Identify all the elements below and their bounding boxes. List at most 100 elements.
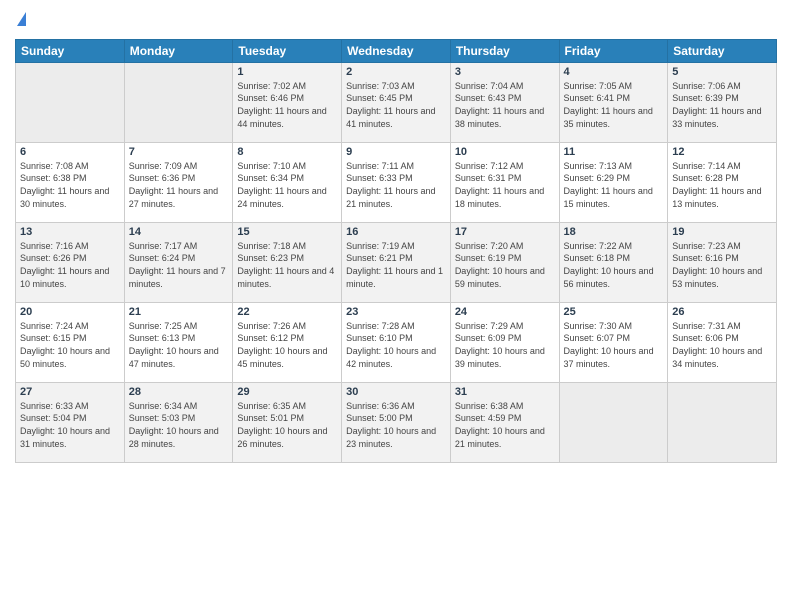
day-info: Sunrise: 7:23 AM Sunset: 6:16 PM Dayligh… [672,240,772,290]
week-row-4: 20Sunrise: 7:24 AM Sunset: 6:15 PM Dayli… [16,302,777,382]
calendar-cell: 9 Sunrise: 7:11 AM Sunset: 6:33 PM Daylig… [342,142,451,222]
week-row-5: 27 Sunrise: 6:33 AM Sunset: 5:04 PM Dayli… [16,382,777,462]
day-number: 28 [129,386,229,398]
day-info: Sunrise: 7:06 AM Sunset: 6:39 PM Dayligh… [672,80,772,130]
calendar-cell: 14Sunrise: 7:17 AM Sunset: 6:24 PM Dayli… [124,222,233,302]
week-row-1: 1Sunrise: 7:02 AM Sunset: 6:46 PM Daylig… [16,62,777,142]
calendar-cell: 28Sunrise: 6:34 AM Sunset: 5:03 PM Dayli… [124,382,233,462]
day-info: Sunrise: 7:22 AM Sunset: 6:18 PM Dayligh… [564,240,664,290]
day-info: Sunrise: 7:18 AM Sunset: 6:23 PM Dayligh… [237,240,337,290]
day-info: Sunrise: 7:24 AM Sunset: 6:15 PM Dayligh… [20,320,120,370]
calendar-cell: 11Sunrise: 7:13 AM Sunset: 6:29 PM Dayli… [559,142,668,222]
day-number: 6 [20,146,120,158]
calendar-cell: 31 Sunrise: 6:38 AM Sunset: 4:59 PM Dayli… [450,382,559,462]
calendar-cell [559,382,668,462]
calendar-cell: 29 Sunrise: 6:35 AM Sunset: 5:01 PM Dayli… [233,382,342,462]
calendar-cell [124,62,233,142]
calendar-cell: 3 Sunrise: 7:04 AM Sunset: 6:43 PM Daylig… [450,62,559,142]
day-number: 10 [455,146,555,158]
calendar-cell: 20Sunrise: 7:24 AM Sunset: 6:15 PM Dayli… [16,302,125,382]
day-number: 29 [237,386,337,398]
day-info: Sunrise: 7:28 AM Sunset: 6:10 PM Dayligh… [346,320,446,370]
day-info: Sunrise: 6:36 AM Sunset: 5:00 PM Dayligh… [346,400,446,450]
day-info: Sunrise: 7:25 AM Sunset: 6:13 PM Dayligh… [129,320,229,370]
day-info: Sunrise: 7:03 AM Sunset: 6:45 PM Dayligh… [346,80,446,130]
day-header-friday: Friday [559,39,668,62]
day-header-wednesday: Wednesday [342,39,451,62]
calendar-cell: 24 Sunrise: 7:29 AM Sunset: 6:09 PM Dayli… [450,302,559,382]
header [15,10,777,31]
day-number: 23 [346,306,446,318]
day-number: 31 [455,386,555,398]
day-header-thursday: Thursday [450,39,559,62]
day-number: 14 [129,226,229,238]
day-info: Sunrise: 7:30 AM Sunset: 6:07 PM Dayligh… [564,320,664,370]
day-header-monday: Monday [124,39,233,62]
calendar-cell: 6Sunrise: 7:08 AM Sunset: 6:38 PM Daylig… [16,142,125,222]
day-number: 4 [564,66,664,78]
calendar-cell: 13 Sunrise: 7:16 AM Sunset: 6:26 PM Dayli… [16,222,125,302]
day-info: Sunrise: 7:29 AM Sunset: 6:09 PM Dayligh… [455,320,555,370]
calendar-cell: 18Sunrise: 7:22 AM Sunset: 6:18 PM Dayli… [559,222,668,302]
calendar-cell: 10 Sunrise: 7:12 AM Sunset: 6:31 PM Dayli… [450,142,559,222]
calendar-cell: 26 Sunrise: 7:31 AM Sunset: 6:06 PM Dayli… [668,302,777,382]
day-info: Sunrise: 6:35 AM Sunset: 5:01 PM Dayligh… [237,400,337,450]
day-info: Sunrise: 7:12 AM Sunset: 6:31 PM Dayligh… [455,160,555,210]
day-header-sunday: Sunday [16,39,125,62]
day-number: 12 [672,146,772,158]
logo-arrow-icon [17,12,26,26]
day-info: Sunrise: 7:14 AM Sunset: 6:28 PM Dayligh… [672,160,772,210]
calendar-cell: 25 Sunrise: 7:30 AM Sunset: 6:07 PM Dayli… [559,302,668,382]
day-number: 30 [346,386,446,398]
day-number: 5 [672,66,772,78]
day-info: Sunrise: 6:38 AM Sunset: 4:59 PM Dayligh… [455,400,555,450]
day-number: 24 [455,306,555,318]
day-info: Sunrise: 7:05 AM Sunset: 6:41 PM Dayligh… [564,80,664,130]
calendar-cell: 23 Sunrise: 7:28 AM Sunset: 6:10 PM Dayli… [342,302,451,382]
day-number: 2 [346,66,446,78]
day-info: Sunrise: 7:09 AM Sunset: 6:36 PM Dayligh… [129,160,229,210]
calendar-cell: 7 Sunrise: 7:09 AM Sunset: 6:36 PM Daylig… [124,142,233,222]
day-number: 11 [564,146,664,158]
calendar-cell: 12 Sunrise: 7:14 AM Sunset: 6:28 PM Dayli… [668,142,777,222]
calendar-cell [16,62,125,142]
calendar-cell: 22 Sunrise: 7:26 AM Sunset: 6:12 PM Dayli… [233,302,342,382]
day-number: 22 [237,306,337,318]
day-number: 25 [564,306,664,318]
day-number: 9 [346,146,446,158]
day-info: Sunrise: 7:26 AM Sunset: 6:12 PM Dayligh… [237,320,337,370]
day-number: 19 [672,226,772,238]
day-info: Sunrise: 7:19 AM Sunset: 6:21 PM Dayligh… [346,240,446,290]
day-header-saturday: Saturday [668,39,777,62]
calendar-cell: 17Sunrise: 7:20 AM Sunset: 6:19 PM Dayli… [450,222,559,302]
logo-text [15,10,26,31]
calendar-cell: 15Sunrise: 7:18 AM Sunset: 6:23 PM Dayli… [233,222,342,302]
day-info: Sunrise: 7:31 AM Sunset: 6:06 PM Dayligh… [672,320,772,370]
calendar-cell: 1Sunrise: 7:02 AM Sunset: 6:46 PM Daylig… [233,62,342,142]
day-number: 7 [129,146,229,158]
calendar-cell: 19 Sunrise: 7:23 AM Sunset: 6:16 PM Dayli… [668,222,777,302]
calendar-cell: 5 Sunrise: 7:06 AM Sunset: 6:39 PM Daylig… [668,62,777,142]
day-info: Sunrise: 7:11 AM Sunset: 6:33 PM Dayligh… [346,160,446,210]
day-info: Sunrise: 7:02 AM Sunset: 6:46 PM Dayligh… [237,80,337,130]
day-info: Sunrise: 7:04 AM Sunset: 6:43 PM Dayligh… [455,80,555,130]
day-info: Sunrise: 7:10 AM Sunset: 6:34 PM Dayligh… [237,160,337,210]
day-info: Sunrise: 7:16 AM Sunset: 6:26 PM Dayligh… [20,240,120,290]
logo-block [15,10,26,31]
calendar-header-row: SundayMondayTuesdayWednesdayThursdayFrid… [16,39,777,62]
day-header-tuesday: Tuesday [233,39,342,62]
calendar-cell: 16 Sunrise: 7:19 AM Sunset: 6:21 PM Dayli… [342,222,451,302]
day-number: 13 [20,226,120,238]
day-number: 26 [672,306,772,318]
day-number: 21 [129,306,229,318]
day-number: 17 [455,226,555,238]
day-number: 27 [20,386,120,398]
day-number: 3 [455,66,555,78]
calendar-cell [668,382,777,462]
calendar-cell: 4 Sunrise: 7:05 AM Sunset: 6:41 PM Daylig… [559,62,668,142]
calendar-table: SundayMondayTuesdayWednesdayThursdayFrid… [15,39,777,463]
calendar-cell: 30 Sunrise: 6:36 AM Sunset: 5:00 PM Dayli… [342,382,451,462]
day-number: 16 [346,226,446,238]
day-info: Sunrise: 6:33 AM Sunset: 5:04 PM Dayligh… [20,400,120,450]
page: SundayMondayTuesdayWednesdayThursdayFrid… [0,0,792,612]
